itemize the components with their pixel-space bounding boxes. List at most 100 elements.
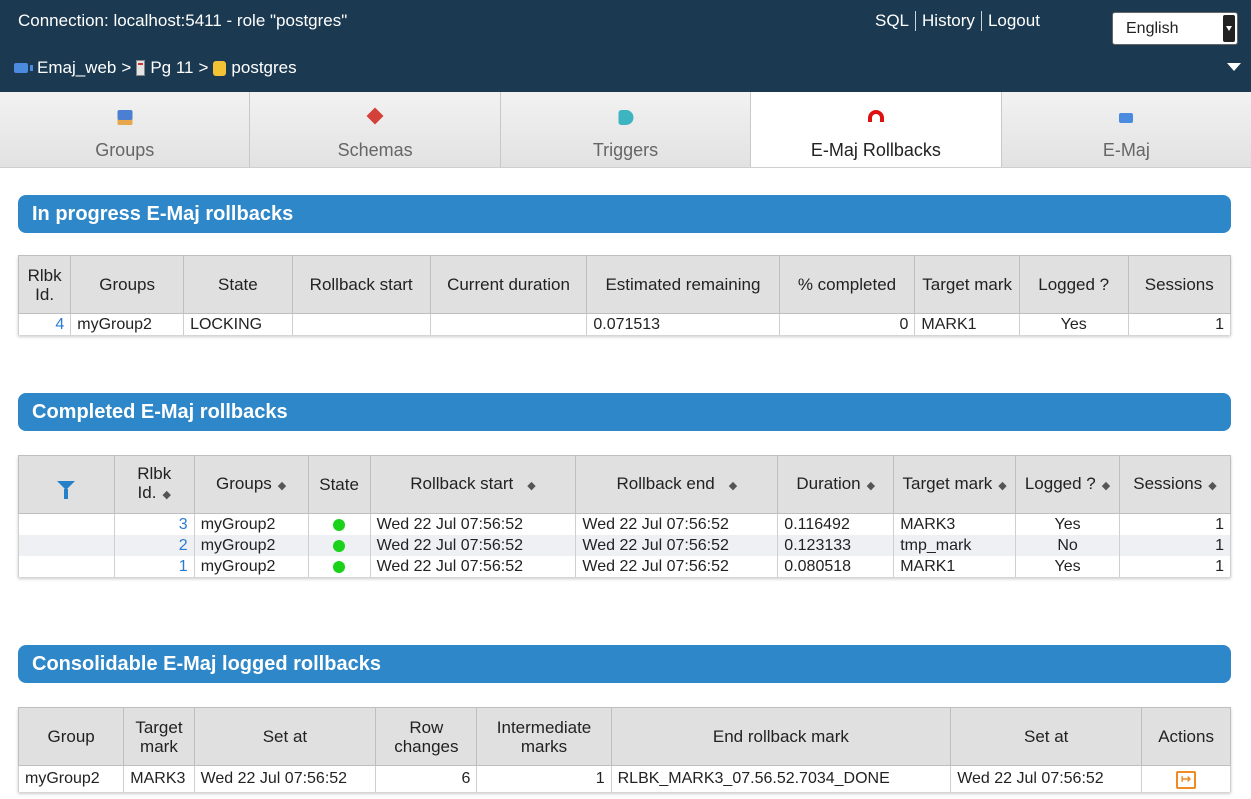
tab-emaj[interactable]: E-Maj [1001,92,1251,167]
duration-cell [429,313,588,335]
tab-groups[interactable]: Groups [0,92,251,167]
end-mark-cell: RLBK_MARK3_07.56.52.7034_DONE [610,765,952,792]
server-icon [136,60,146,76]
col-header: Target mark [123,707,195,766]
tab-label: Schemas [337,140,413,160]
sort-icon[interactable]: ◆ [278,480,286,492]
breadcrumb-server[interactable]: Pg 11 [150,58,193,78]
group-cell: myGroup2 [193,513,309,535]
col-header-label: Target mark [902,473,993,493]
state-cell [307,535,371,556]
logged-cell: Yes [1015,513,1120,535]
breadcrumb-separator: > [121,58,132,77]
col-header-rlbk-id[interactable]: Rlbk Id. ◆ [113,455,195,514]
sort-icon[interactable]: ◆ [729,480,737,492]
mark-cell: MARK3 [893,513,1017,535]
col-header-start[interactable]: Rollback start ◆ [369,455,577,514]
top-bar: Connection: localhost:5411 - role "postg… [0,0,1251,92]
filter-cell [18,556,115,577]
emaj-icon [1119,113,1134,123]
tab-emaj-rollbacks[interactable]: E-Maj Rollbacks [751,92,1002,167]
sort-icon[interactable]: ◆ [998,480,1006,492]
inprogress-table: Rlbk Id. Groups State Rollback start Cur… [17,255,1232,335]
logout-link[interactable]: Logout [988,11,1040,31]
start-cell: Wed 22 Jul 07:56:52 [369,556,577,577]
col-header-logged[interactable]: Logged ? ◆ [1015,455,1120,514]
tab-schemas[interactable]: Schemas [250,92,501,167]
end-cell: Wed 22 Jul 07:56:52 [575,535,779,556]
logged-cell: Yes [1015,556,1120,577]
col-header: Set at [193,707,377,766]
col-header-label: State [319,475,359,494]
col-header-mark[interactable]: Target mark ◆ [893,455,1017,514]
mark-cell: MARK1 [893,556,1017,577]
tab-label: E-Maj [1102,140,1150,160]
remaining-cell: 0.071513 [586,313,780,335]
table-header-row: Rlbk Id. ◆ Groups ◆ State Rollback start ◆ … [18,455,1232,514]
state-cell: LOCKING [183,313,293,335]
rlbk-id-link[interactable]: 4 [17,313,72,335]
collapse-icon[interactable] [1227,63,1241,71]
tab-bar: Groups Schemas Triggers E-Maj Rollbacks … [0,92,1251,168]
filter-cell [18,535,115,556]
col-header-state: State [307,455,371,514]
consolidate-icon[interactable]: ↦ [1176,771,1197,790]
sort-icon[interactable]: ◆ [527,480,535,492]
tab-triggers[interactable]: Triggers [500,92,752,167]
sessions-cell: 1 [1118,513,1232,535]
table-row: 4 myGroup2 LOCKING 0.071513 0 MARK1 Yes … [17,313,1232,335]
section-header-inprogress: In progress E-Maj rollbacks [18,195,1231,233]
consolidable-table: Group Target mark Set at Row changes Int… [17,707,1231,792]
sessions-cell: 1 [1118,535,1232,556]
duration-cell: 0.123133 [777,535,895,556]
col-header-label: Groups [216,473,272,493]
history-link[interactable]: History [922,11,975,31]
rlbk-id-link[interactable]: 3 [113,513,195,535]
top-links: SQL History Logout [875,11,1040,31]
sort-icon[interactable]: ◆ [1102,480,1110,492]
breadcrumb-app[interactable]: Emaj_web [37,58,116,78]
col-header: Sessions [1127,255,1232,314]
start-cell [291,313,431,335]
sort-icon[interactable]: ◆ [867,480,875,492]
group-cell: myGroup2 [17,765,125,792]
rlbk-id-link[interactable]: 1 [113,556,195,577]
col-header: Actions [1141,707,1231,766]
triggers-icon [618,110,634,125]
state-cell [307,513,371,535]
tab-label: E-Maj Rollbacks [810,140,941,160]
status-dot-icon [333,539,346,552]
col-header: % completed [778,255,916,314]
tab-label: Triggers [592,140,659,160]
col-header-groups[interactable]: Groups ◆ [193,455,309,514]
mark-cell: MARK3 [123,765,195,792]
table-row: 3 myGroup2 Wed 22 Jul 07:56:52 Wed 22 Ju… [18,513,1232,535]
pct-cell: 0 [778,313,916,335]
col-header: State [183,255,293,314]
breadcrumb-separator: > [198,58,209,77]
col-header-end[interactable]: Rollback end ◆ [575,455,779,514]
language-select[interactable]: English [1112,12,1238,45]
duration-cell: 0.116492 [777,513,895,535]
section-header-completed: Completed E-Maj rollbacks [18,393,1231,431]
breadcrumb-database[interactable]: postgres [231,58,296,78]
table-row: 1 myGroup2 Wed 22 Jul 07:56:52 Wed 22 Ju… [18,556,1232,577]
section-header-consolidable: Consolidable E-Maj logged rollbacks [18,645,1231,683]
tab-label: Groups [95,140,155,160]
col-header: Rollback start [291,255,431,314]
filter-header[interactable] [18,455,115,514]
sql-link[interactable]: SQL [875,11,909,31]
end-cell: Wed 22 Jul 07:56:52 [575,513,779,535]
chevron-down-icon[interactable] [1223,15,1235,42]
col-header-duration[interactable]: Duration ◆ [777,455,895,514]
col-header-sessions[interactable]: Sessions ◆ [1118,455,1232,514]
col-header: Rlbk Id. [17,255,72,314]
sort-icon[interactable]: ◆ [1208,480,1216,492]
rollback-icon [867,110,884,122]
col-header-label: Rollback start [410,473,514,493]
state-cell [307,556,371,577]
sort-icon[interactable]: ◆ [162,489,170,501]
col-header-label: Rollback end [616,473,715,493]
filter-icon[interactable] [57,481,76,500]
rlbk-id-link[interactable]: 2 [113,535,195,556]
